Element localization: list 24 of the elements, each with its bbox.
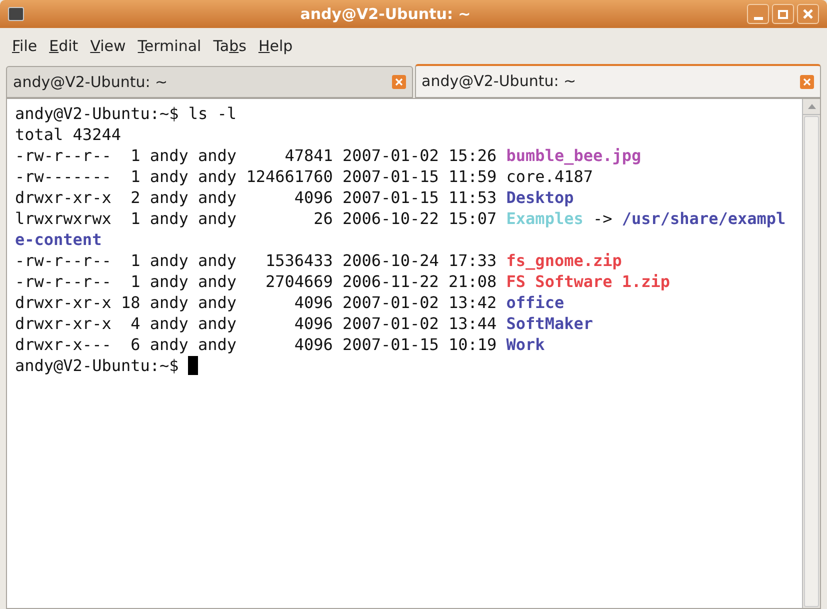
scrollbar[interactable] [802, 99, 820, 608]
terminal-icon [8, 7, 24, 21]
menu-item[interactable]: Terminal [132, 34, 208, 58]
minimize-icon [754, 16, 762, 20]
menu-item[interactable]: File [6, 34, 44, 58]
close-icon[interactable] [392, 75, 406, 89]
minimize-button[interactable] [747, 4, 769, 24]
scroll-thumb[interactable] [804, 116, 819, 607]
menu-item[interactable]: Help [252, 34, 299, 58]
menu-item[interactable]: Tabs [207, 34, 252, 58]
tab-label: andy@V2-Ubuntu: ~ [422, 71, 578, 92]
close-button[interactable] [797, 4, 819, 24]
terminal-output: andy@V2-Ubuntu:~$ ls -l total 43244 -rw-r--r-- 1 andy andy 47841 2007-01-02 15:26 bumble_bee.jpg -rw------- 1 andy andy 124661760 2007-01-15 11:59 core.4187 drwxr-xr-x 2 andy andy 4096 2007-01-15 11:53 Desktop lrwxrwxrwx 1 andy andy 26 2006-10-22 15:07 Examples -> /usr/share/exampl e-content -rw-r--r-- 1 andy andy 1536433 2006-10-24 17:33 fs_gnome.zip -rw-r--r-- 1 andy andy 2704669 2006-11-22 21:08 FS Software 1.zip drwxr-xr-x 18 andy andy 4096 2007-01-02 13:42 office drwxr-xr-x 4 andy andy 4096 2007-01-02 13:44 SoftMaker drwxr-x--- 6 andy andy 4096 2007-01-15 10:19 Work andy@V2-Ubuntu:~$ [14, 103, 787, 377]
menu-item[interactable]: View [84, 34, 132, 58]
close-icon[interactable] [800, 74, 814, 88]
close-icon [803, 9, 813, 19]
terminal-tab[interactable]: andy@V2-Ubuntu: ~ [6, 66, 412, 98]
window-title: andy@V2-Ubuntu: ~ [299, 4, 472, 25]
terminal-tab[interactable]: andy@V2-Ubuntu: ~ [414, 64, 821, 98]
maximize-icon [778, 10, 788, 18]
cursor-block [188, 356, 198, 375]
maximize-button[interactable] [772, 4, 794, 24]
menu-item[interactable]: Edit [43, 34, 84, 58]
tab-label: andy@V2-Ubuntu: ~ [13, 72, 169, 93]
